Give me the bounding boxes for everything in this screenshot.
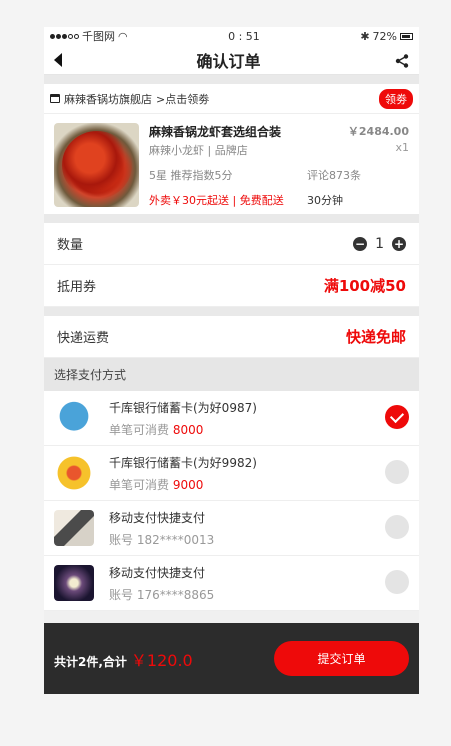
payment-method[interactable]: 移动支付快捷支付 账号 182****0013 (44, 501, 419, 556)
payment-sub-label: 单笔可消费 (109, 477, 170, 492)
shop-bar: 麻辣香锅坊旗舰店 >点击领劵 领劵 (44, 84, 419, 114)
submit-order-button[interactable]: 提交订单 (274, 641, 409, 676)
page-title: 确认订单 (196, 51, 261, 71)
divider (44, 75, 419, 84)
product-image (54, 123, 139, 207)
order-total: 共计2件,合计 ￥120.0 (54, 647, 193, 671)
delivery-time: 30分钟 (307, 194, 343, 207)
payment-account: 账号 182****0013 (109, 532, 215, 547)
total-label: 共计2件,合计 (54, 654, 127, 669)
plus-icon[interactable]: + (392, 236, 406, 251)
payment-method[interactable]: 移动支付快捷支付 账号 176****8865 (44, 556, 419, 611)
nav-bar: 确认订单 (44, 45, 419, 75)
mobile-pay-icon (54, 510, 94, 546)
payment-radio[interactable] (385, 570, 409, 594)
back-icon[interactable] (54, 52, 62, 67)
product-quantity: x1 (395, 141, 409, 154)
voucher-label: 抵用券 (57, 280, 97, 295)
payment-radio-checked[interactable] (385, 405, 409, 429)
store-icon (50, 94, 60, 103)
quantity-stepper: − 1 + (353, 236, 406, 252)
mobile-pay-icon (54, 565, 94, 601)
shipping-value: 快递免邮 (345, 328, 406, 346)
bluetooth-icon: ✱ (360, 29, 370, 43)
payment-title: 千库银行储蓄卡(为好0987) (109, 400, 257, 415)
divider (44, 307, 419, 316)
delivery-info: 外卖￥30元起送 | 免费配送 (149, 194, 284, 207)
carrier-name: 千图网 (82, 30, 115, 43)
voucher-row[interactable]: 抵用券 满100减50 (44, 265, 419, 307)
minus-icon[interactable]: − (353, 236, 368, 251)
battery-icon (399, 32, 413, 40)
voucher-value: 满100减50 (323, 277, 406, 295)
quantity-row: 数量 − 1 + (44, 223, 419, 265)
payment-method[interactable]: 千库银行储蓄卡(为好0987) 单笔可消费 8000 (44, 391, 419, 446)
checkout-footer: 共计2件,合计 ￥120.0 提交订单 (44, 623, 419, 694)
total-amount: ￥120.0 (130, 650, 193, 670)
product-card[interactable]: 麻辣香锅龙虾套选组合装 ￥2484.00 麻辣小龙虾 | 品牌店 x1 5星 推… (44, 114, 419, 214)
battery-percent: 72% (372, 29, 397, 43)
coupon-button[interactable]: 领劵 (379, 88, 413, 109)
payment-account: 账号 176****8865 (109, 587, 215, 602)
product-rating: 5星 推荐指数5分 (149, 169, 233, 182)
status-time: 0 : 51 (228, 29, 260, 43)
bank-card-icon (54, 400, 94, 436)
payment-sub-label: 单笔可消费 (109, 422, 170, 437)
payment-limit: 8000 (172, 422, 204, 437)
payment-radio[interactable] (385, 515, 409, 539)
payment-title: 移动支付快捷支付 (109, 510, 206, 525)
wifi-icon: ◠ (118, 29, 128, 43)
quantity-label: 数量 (57, 238, 84, 253)
shop-name[interactable]: 麻辣香锅坊旗舰店 (64, 91, 152, 107)
product-reviews: 评论873条 (307, 169, 361, 182)
share-icon[interactable] (395, 53, 409, 68)
payment-title: 移动支付快捷支付 (109, 565, 206, 580)
payment-radio[interactable] (385, 460, 409, 484)
get-coupon-link[interactable]: >点击领劵 (156, 91, 209, 107)
product-subtitle: 麻辣小龙虾 | 品牌店 (149, 144, 248, 157)
bank-card-icon (54, 455, 94, 491)
payment-limit: 9000 (172, 477, 204, 492)
signal-dots-icon (50, 33, 79, 39)
phone-screen: 千图网 ◠ 0 : 51 ✱ 72% 确认订单 麻辣香锅坊旗舰店 >点击领劵 领… (44, 27, 419, 694)
quantity-value: 1 (375, 235, 384, 252)
divider (44, 214, 419, 223)
shipping-label: 快递运费 (57, 331, 110, 346)
payment-title: 千库银行储蓄卡(为好9982) (109, 455, 257, 470)
payment-header: 选择支付方式 (44, 358, 419, 391)
status-bar: 千图网 ◠ 0 : 51 ✱ 72% (44, 27, 419, 45)
payment-method[interactable]: 千库银行储蓄卡(为好9982) 单笔可消费 9000 (44, 446, 419, 501)
shipping-row: 快递运费 快递免邮 (44, 316, 419, 358)
product-price: ￥2484.00 (347, 125, 409, 138)
